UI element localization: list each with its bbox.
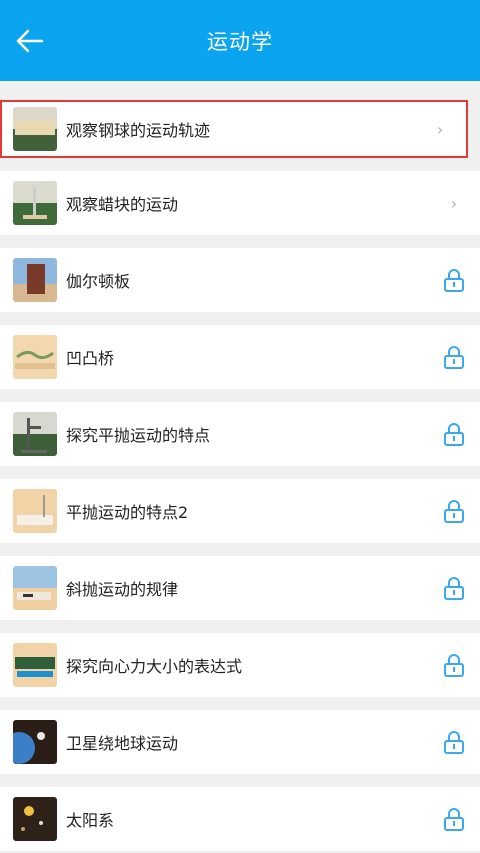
item-label: 探究平抛运动的特点 [66, 426, 211, 445]
satellite-earth-icon [13, 720, 57, 764]
item-label: 太阳系 [66, 811, 115, 830]
item-label: 凹凸桥 [66, 349, 115, 368]
back-arrow-icon[interactable] [14, 26, 46, 56]
table-apparatus-icon [13, 489, 57, 533]
item-label: 伽尔顿板 [66, 272, 131, 291]
list-item[interactable]: 斜抛运动的规律 [0, 556, 480, 620]
item-label: 观察蜡块的运动 [66, 195, 179, 214]
item-label: 卫星绕地球运动 [66, 734, 179, 753]
stand-apparatus-icon [13, 412, 57, 456]
list-item[interactable]: 伽尔顿板 [0, 248, 480, 312]
lock-icon [444, 654, 464, 677]
lock-icon [444, 423, 464, 446]
chevron-right-icon: › [450, 193, 458, 213]
item-label: 平抛运动的特点2 [66, 503, 189, 522]
tube-stand-icon [13, 181, 57, 225]
page-title: 运动学 [207, 29, 273, 54]
list-item[interactable]: 观察蜡块的运动 › [0, 171, 480, 235]
bridge-icon [13, 335, 57, 379]
list-item[interactable]: 太阳系 [0, 787, 480, 851]
item-label: 探究向心力大小的表达式 [66, 657, 243, 676]
item-label: 斜抛运动的规律 [66, 580, 179, 599]
lock-icon [444, 269, 464, 292]
chevron-right-icon: › [436, 119, 444, 139]
lock-icon [444, 500, 464, 523]
galton-board-icon [13, 258, 57, 302]
table-scene-icon [13, 107, 57, 151]
lock-icon [444, 346, 464, 369]
list-item[interactable]: 观察钢球的运动轨迹 › [0, 100, 468, 158]
list-item[interactable]: 卫星绕地球运动 [0, 710, 480, 774]
list-item[interactable]: 凹凸桥 [0, 325, 480, 389]
projectile-table-icon [13, 566, 57, 610]
lock-icon [444, 577, 464, 600]
list-item[interactable]: 探究向心力大小的表达式 [0, 633, 480, 697]
list-item[interactable]: 平抛运动的特点2 [0, 479, 480, 543]
app-header: 运动学 [0, 0, 480, 81]
centripetal-device-icon [13, 643, 57, 687]
list-item[interactable]: 探究平抛运动的特点 [0, 402, 480, 466]
lock-icon [444, 731, 464, 754]
item-label: 观察钢球的运动轨迹 [66, 121, 211, 140]
solar-system-icon [13, 797, 57, 841]
lock-icon [444, 808, 464, 831]
